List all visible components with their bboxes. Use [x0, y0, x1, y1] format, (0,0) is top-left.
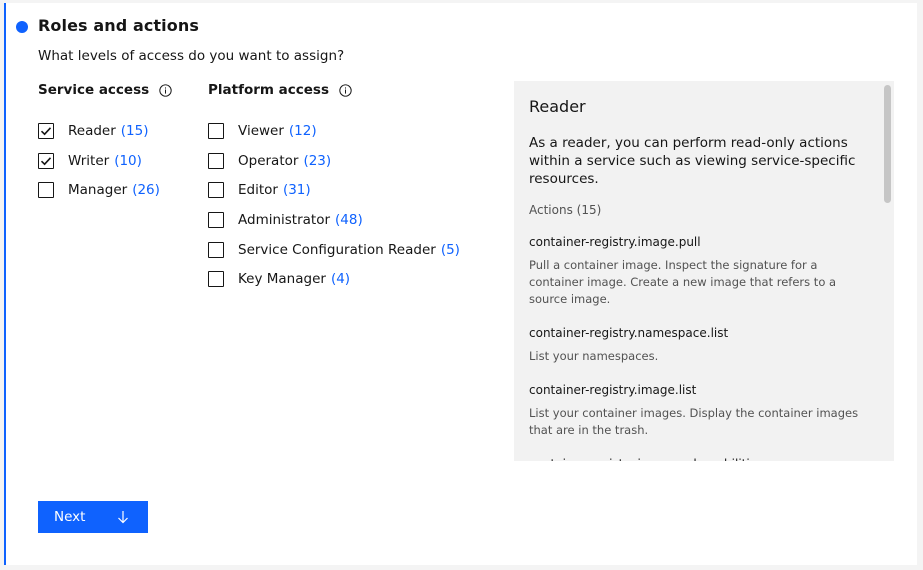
- step-indicator-dot: [16, 21, 28, 33]
- role-option-key-manager[interactable]: Key Manager (4): [208, 269, 460, 289]
- role-action-count-link[interactable]: (10): [114, 153, 142, 169]
- role-checkbox[interactable]: [208, 241, 224, 258]
- role-action-count-link[interactable]: (48): [335, 212, 363, 228]
- service-access-heading: Service access: [38, 80, 172, 100]
- section-subtitle: What levels of access do you want to ass…: [38, 48, 345, 64]
- detail-title: Reader: [529, 97, 586, 116]
- role-option-service-configuration-reader[interactable]: Service Configuration Reader (5): [208, 240, 460, 260]
- action-item: container-registry.image.vulnerabilities…: [529, 457, 864, 461]
- action-description: List your namespaces.: [529, 349, 659, 363]
- action-description: List your container images. Display the …: [529, 406, 859, 437]
- role-action-count-link[interactable]: (26): [132, 182, 160, 198]
- service-role-list: Reader (15) Writer (10) Manager (26): [38, 121, 172, 200]
- role-name: Reader: [68, 123, 116, 139]
- service-access-label: Service access: [38, 82, 150, 98]
- role-option-reader[interactable]: Reader (15): [38, 121, 172, 141]
- role-action-count-link[interactable]: (23): [303, 153, 331, 169]
- info-icon[interactable]: [159, 83, 172, 97]
- role-name: Operator: [238, 152, 299, 169]
- detail-scrollbar-thumb[interactable]: [884, 85, 891, 203]
- role-action-count-link[interactable]: (12): [289, 123, 317, 139]
- action-name: container-registry.image.pull: [529, 235, 701, 249]
- role-name: Key Manager: [238, 271, 326, 288]
- role-name: Service Configuration Reader: [238, 241, 436, 258]
- role-action-count-link[interactable]: (31): [283, 182, 311, 198]
- action-name: container-registry.image.vulnerabilities: [529, 457, 864, 461]
- next-button-label: Next: [54, 509, 86, 525]
- role-name: Administrator: [238, 212, 331, 229]
- active-step-rule: [4, 3, 6, 565]
- checkmark-icon: [40, 127, 52, 136]
- role-checkbox[interactable]: [38, 152, 54, 169]
- actions-heading: Actions (15): [529, 203, 602, 217]
- action-item: container-registry.image.pull Pull a cont…: [529, 235, 864, 308]
- role-option-administrator[interactable]: Administrator (48): [208, 210, 460, 230]
- role-checkbox[interactable]: [208, 182, 224, 199]
- role-checkbox[interactable]: [208, 271, 224, 288]
- role-option-writer[interactable]: Writer (10): [38, 151, 172, 171]
- platform-access-heading: Platform access: [208, 80, 460, 100]
- role-detail-panel[interactable]: Reader As a reader, you can perform read…: [514, 81, 879, 461]
- service-access-column: Service access Reader (15) Writer (10) Manag…: [38, 80, 172, 210]
- action-name: container-registry.namespace.list: [529, 326, 729, 340]
- action-item: container-registry.image.list List your c…: [529, 383, 864, 439]
- detail-description: As a reader, you can perform read-only a…: [529, 135, 856, 187]
- actions-list: container-registry.image.pull Pull a cont…: [529, 235, 864, 461]
- role-name: Editor: [238, 182, 278, 199]
- role-checkbox[interactable]: [208, 123, 224, 139]
- role-checkbox[interactable]: [38, 123, 54, 139]
- platform-access-label: Platform access: [208, 82, 329, 98]
- section-title: Roles and actions: [38, 16, 199, 35]
- action-name: container-registry.image.list: [529, 383, 697, 397]
- role-checkbox[interactable]: [208, 212, 224, 229]
- role-option-operator[interactable]: Operator (23): [208, 151, 460, 171]
- role-action-count-link[interactable]: (15): [121, 123, 149, 139]
- role-action-count-link[interactable]: (4): [331, 271, 350, 287]
- role-name: Writer: [68, 152, 110, 169]
- role-name: Viewer: [238, 123, 284, 139]
- role-name: Manager: [68, 182, 128, 199]
- info-icon[interactable]: [339, 83, 352, 97]
- next-button[interactable]: Next: [38, 501, 148, 533]
- role-option-editor[interactable]: Editor (31): [208, 180, 460, 200]
- role-option-manager[interactable]: Manager (26): [38, 180, 172, 200]
- checkmark-icon: [40, 156, 52, 166]
- role-action-count-link[interactable]: (5): [441, 242, 460, 258]
- action-description: Pull a container image. Inspect the sign…: [529, 258, 837, 306]
- action-item: container-registry.namespace.list List yo…: [529, 326, 864, 365]
- platform-access-column: Platform access Viewer (12) Operator (23) Ed…: [208, 80, 460, 299]
- role-checkbox[interactable]: [208, 152, 224, 169]
- role-checkbox[interactable]: [38, 182, 54, 199]
- platform-role-list: Viewer (12) Operator (23) Editor (31) Administ…: [208, 121, 460, 289]
- arrow-down-icon: [118, 511, 128, 524]
- role-option-viewer[interactable]: Viewer (12): [208, 121, 460, 141]
